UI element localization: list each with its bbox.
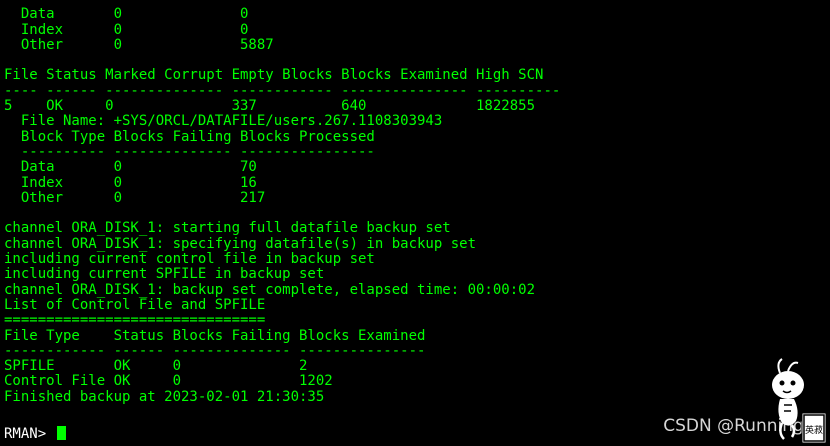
terminal-line: ---------- -------------- --------------… [4, 143, 375, 160]
terminal-line: Other 0 5887 [4, 36, 274, 53]
terminal-line: 5 OK 0 337 640 1822855 [4, 98, 536, 115]
terminal-line: File Name: +SYS/ORCL/DATAFILE/users.267.… [4, 113, 443, 130]
mascot-logo-icon: 英菽 [772, 358, 827, 444]
terminal-line: Index 0 0 [4, 21, 249, 38]
terminal-line: SPFILE OK 0 2 [4, 358, 308, 375]
terminal-line: Other 0 217 [4, 189, 266, 206]
terminal-line: channel ORA_DISK_1: specifying datafile(… [4, 235, 477, 252]
stamp-text: 英菽 [805, 424, 823, 436]
terminal-line: ------------ ------ -------------- -----… [4, 342, 426, 359]
terminal-output: ---------- -------------- --------------… [4, 0, 560, 420]
terminal-line: Index 0 16 [4, 174, 257, 191]
terminal-line: File Status Marked Corrupt Empty Blocks … [4, 67, 544, 84]
terminal-line: Control File OK 0 1202 [4, 373, 333, 390]
terminal-line: channel ORA_DISK_1: starting full datafi… [4, 220, 451, 237]
terminal-line: Finished backup at 2023-02-01 21:30:35 [4, 388, 325, 405]
terminal-window[interactable]: ---------- -------------- --------------… [0, 0, 830, 446]
terminal-line: Data 0 70 [4, 159, 257, 176]
terminal-line: channel ORA_DISK_1: backup set complete,… [4, 281, 536, 298]
terminal-line: Data 0 0 [4, 6, 249, 23]
csdn-watermark: CSDN @Running S 英菽 [610, 355, 830, 446]
prompt-label: RMAN> [4, 426, 55, 442]
terminal-line: =============================== [4, 312, 266, 329]
command-prompt-line[interactable]: RMAN> [4, 426, 66, 442]
text-cursor [56, 426, 66, 440]
terminal-line: including current control file in backup… [4, 251, 375, 268]
terminal-line: Block Type Blocks Failing Blocks Process… [4, 128, 375, 145]
terminal-line: ---- ------ -------------- ------------ … [4, 82, 561, 99]
terminal-line: List of Control File and SPFILE [4, 296, 266, 313]
terminal-line: including current SPFILE in backup set [4, 266, 325, 283]
terminal-line: File Type Status Blocks Failing Blocks E… [4, 327, 426, 344]
